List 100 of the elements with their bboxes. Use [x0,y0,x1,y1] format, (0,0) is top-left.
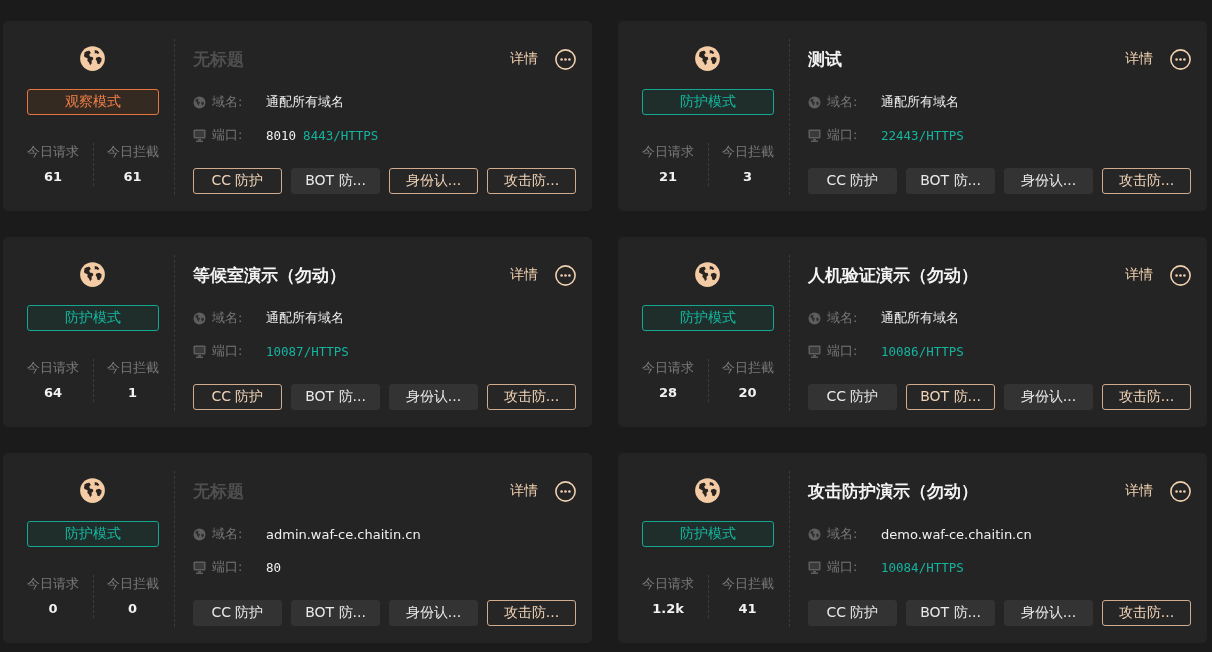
stat-label: 今日请求 [27,143,79,161]
globe-icon [79,45,106,72]
domain-value: admin.waf-ce.chaitin.cn [266,526,421,542]
stat-value: 1 [127,384,137,402]
domain-value: demo.waf-ce.chaitin.cn [881,526,1032,542]
more-icon [555,480,576,502]
mode-badge: 防护模式 [641,305,774,331]
protection-tag[interactable]: CC 防护 [808,600,897,626]
domain-value: 通配所有域名 [881,309,959,327]
mode-badge: 防护模式 [26,305,159,331]
globe-icon [694,45,721,72]
stat-value: 1.2k [652,600,684,618]
mode-badge: 防护模式 [641,89,774,115]
protection-tag[interactable]: 攻击防... [1102,384,1191,410]
mode-badge: 防护模式 [641,521,774,547]
globe-icon [808,527,821,541]
stat-label: 今日拦截 [721,575,774,593]
protection-tag[interactable]: BOT 防... [291,600,380,626]
more-button[interactable] [1170,48,1191,70]
domain-label: 域名: [212,93,244,111]
globe-icon [808,311,821,325]
protection-tag[interactable]: BOT 防... [291,384,380,410]
details-link[interactable]: 详情 [510,266,538,284]
more-icon [555,48,576,70]
protection-tag[interactable]: CC 防护 [193,384,282,410]
protection-tag[interactable]: BOT 防... [906,600,995,626]
protection-tag[interactable]: 身份认... [389,600,478,626]
domain-label: 域名: [212,309,244,327]
globe-icon [79,261,106,288]
mode-badge: 观察模式 [26,89,159,115]
details-link[interactable]: 详情 [510,482,538,500]
stat-label: 今日请求 [27,575,79,593]
protection-tag[interactable]: CC 防护 [808,168,897,194]
protection-tag[interactable]: 身份认... [1004,384,1093,410]
protection-tag[interactable]: 攻击防... [1102,600,1191,626]
stat-label: 今日拦截 [106,575,159,593]
details-link[interactable]: 详情 [510,50,538,68]
port-value: 80 [266,559,282,575]
more-icon [555,264,576,286]
port-label: 端口: [827,126,859,144]
protection-tag[interactable]: 身份认... [389,168,478,194]
site-title: 测试 [808,47,842,71]
port-value: 10087/HTTPS [266,343,349,359]
details-link[interactable]: 详情 [1125,266,1153,284]
globe-icon [193,311,206,325]
stat-value: 21 [658,168,678,186]
more-button[interactable] [1170,480,1191,502]
site-title: 人机验证演示（勿动） [808,263,978,287]
port-label: 端口: [212,126,244,144]
protection-tag[interactable]: 攻击防... [487,168,576,194]
domain-value: 通配所有域名 [266,309,344,327]
domain-value: 通配所有域名 [266,93,344,111]
port-value: 22443/HTTPS [881,127,964,143]
protection-tag[interactable]: 攻击防... [487,600,576,626]
protection-tag[interactable]: 攻击防... [1102,168,1191,194]
domain-label: 域名: [827,309,859,327]
protection-tag[interactable]: CC 防护 [808,384,897,410]
monitor-icon [808,560,821,574]
protection-tag[interactable]: 攻击防... [487,384,576,410]
globe-icon [193,95,206,109]
port-label: 端口: [827,342,859,360]
protection-tag[interactable]: BOT 防... [906,168,995,194]
stat-label: 今日拦截 [721,143,774,161]
monitor-icon [193,560,206,574]
protection-tag[interactable]: BOT 防... [291,168,380,194]
monitor-icon [193,128,206,142]
protection-tag[interactable]: BOT 防... [906,384,995,410]
domain-label: 域名: [827,525,859,543]
more-button[interactable] [555,264,576,286]
globe-icon [808,95,821,109]
domain-value: 通配所有域名 [881,93,959,111]
details-link[interactable]: 详情 [1125,50,1153,68]
stat-value: 3 [742,168,752,186]
stat-label: 今日拦截 [721,359,774,377]
protection-tag[interactable]: 身份认... [1004,600,1093,626]
more-icon [1170,264,1191,286]
stat-label: 今日请求 [642,143,694,161]
stat-value: 28 [658,384,678,402]
stat-label: 今日请求 [642,359,694,377]
details-link[interactable]: 详情 [1125,482,1153,500]
port-value: 10086/HTTPS [881,343,964,359]
more-button[interactable] [1170,264,1191,286]
stat-value: 61 [123,168,142,186]
stat-label: 今日拦截 [106,143,159,161]
more-button[interactable] [555,48,576,70]
monitor-icon [808,128,821,142]
globe-icon [79,477,106,504]
port-label: 端口: [212,342,244,360]
protection-tag[interactable]: CC 防护 [193,168,282,194]
monitor-icon [193,344,206,358]
more-button[interactable] [555,480,576,502]
stat-value: 64 [43,384,63,402]
more-icon [1170,480,1191,502]
protection-tag[interactable]: 身份认... [1004,168,1093,194]
protection-tag[interactable]: CC 防护 [193,600,282,626]
protection-tag[interactable]: 身份认... [389,384,478,410]
stat-value: 20 [738,384,757,402]
port-value: 8443/HTTPS [303,127,379,143]
globe-icon [694,477,721,504]
domain-label: 域名: [212,525,244,543]
